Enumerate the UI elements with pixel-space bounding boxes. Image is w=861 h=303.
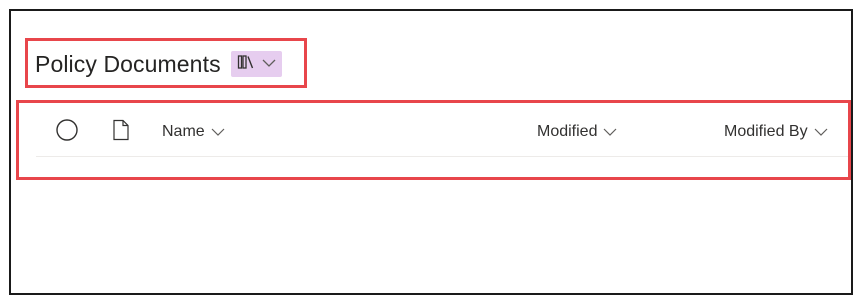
page-title: Policy Documents: [35, 50, 221, 77]
chevron-down-icon: [211, 127, 225, 137]
column-header-label: Modified: [537, 123, 598, 140]
document-icon: [112, 119, 130, 146]
circle-checkbox-icon: [55, 118, 79, 147]
column-header-name[interactable]: Name: [162, 108, 225, 156]
column-header-modified-by[interactable]: Modified By: [724, 108, 828, 156]
view-switch-button[interactable]: [230, 51, 282, 77]
list-column-header-row: Name Modified Modified By: [36, 108, 848, 157]
column-header-label: Name: [162, 123, 205, 140]
library-icon: [237, 54, 255, 75]
column-header-modified[interactable]: Modified: [537, 108, 617, 156]
file-type-column-header[interactable]: [112, 108, 130, 156]
chevron-down-icon: [603, 127, 617, 137]
chevron-down-icon: [814, 127, 828, 137]
library-title-bar: Policy Documents: [35, 42, 282, 86]
chevron-down-icon: [262, 55, 276, 73]
select-all-checkbox[interactable]: [55, 108, 79, 156]
column-header-label: Modified By: [724, 123, 808, 140]
